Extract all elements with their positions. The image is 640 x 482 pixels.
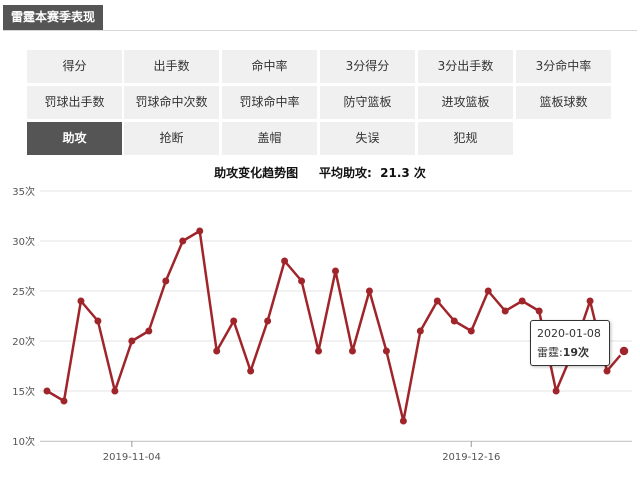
tooltip-value: 19次 xyxy=(562,346,590,359)
y-tick-label: 30次 xyxy=(12,235,35,248)
data-point xyxy=(298,277,306,285)
data-point xyxy=(128,337,136,345)
data-point xyxy=(213,347,221,355)
assist-trend-chart: 10次 15次 20次 25次 30次 35次 2019-11-04 2019-12-16 xyxy=(12,185,632,463)
tooltip-date: 2020-01-08 xyxy=(537,327,601,340)
y-tick-label: 20次 xyxy=(12,335,35,348)
data-point xyxy=(586,297,594,305)
data-point xyxy=(552,387,560,395)
y-tick-label: 10次 xyxy=(12,435,35,448)
data-point xyxy=(60,397,68,405)
chart-tooltip: 2020-01-08 雷霆:19次 xyxy=(530,320,610,366)
data-point xyxy=(603,367,611,375)
data-point xyxy=(433,297,441,305)
data-point xyxy=(43,387,51,395)
data-point xyxy=(264,317,272,325)
data-point xyxy=(484,287,492,295)
data-point xyxy=(162,277,170,285)
data-point xyxy=(501,307,509,315)
x-tick-label: 2019-12-16 xyxy=(442,452,500,463)
data-point xyxy=(348,347,356,355)
tooltip-value-row: 雷霆:19次 xyxy=(537,343,603,362)
data-point xyxy=(365,287,373,295)
tooltip-series-label: 雷霆: xyxy=(537,346,563,359)
data-point xyxy=(332,267,339,275)
data-point xyxy=(247,367,255,375)
data-point xyxy=(145,327,153,335)
data-point xyxy=(77,297,85,305)
data-point xyxy=(535,307,543,315)
data-point xyxy=(399,417,407,425)
data-point xyxy=(230,317,238,325)
x-tick-label: 2019-11-04 xyxy=(103,452,161,463)
data-point xyxy=(94,317,102,325)
data-point xyxy=(467,327,475,335)
data-point xyxy=(179,237,187,245)
data-point xyxy=(618,345,630,357)
y-tick-label: 25次 xyxy=(12,285,35,298)
data-point xyxy=(450,317,458,325)
y-tick-label: 35次 xyxy=(12,185,35,198)
y-tick-label: 15次 xyxy=(12,385,35,398)
data-point xyxy=(281,257,289,265)
data-point xyxy=(382,347,390,355)
data-point xyxy=(416,327,424,335)
data-point xyxy=(196,227,204,235)
data-point xyxy=(315,347,323,355)
data-point xyxy=(518,297,526,305)
data-point xyxy=(111,387,119,395)
